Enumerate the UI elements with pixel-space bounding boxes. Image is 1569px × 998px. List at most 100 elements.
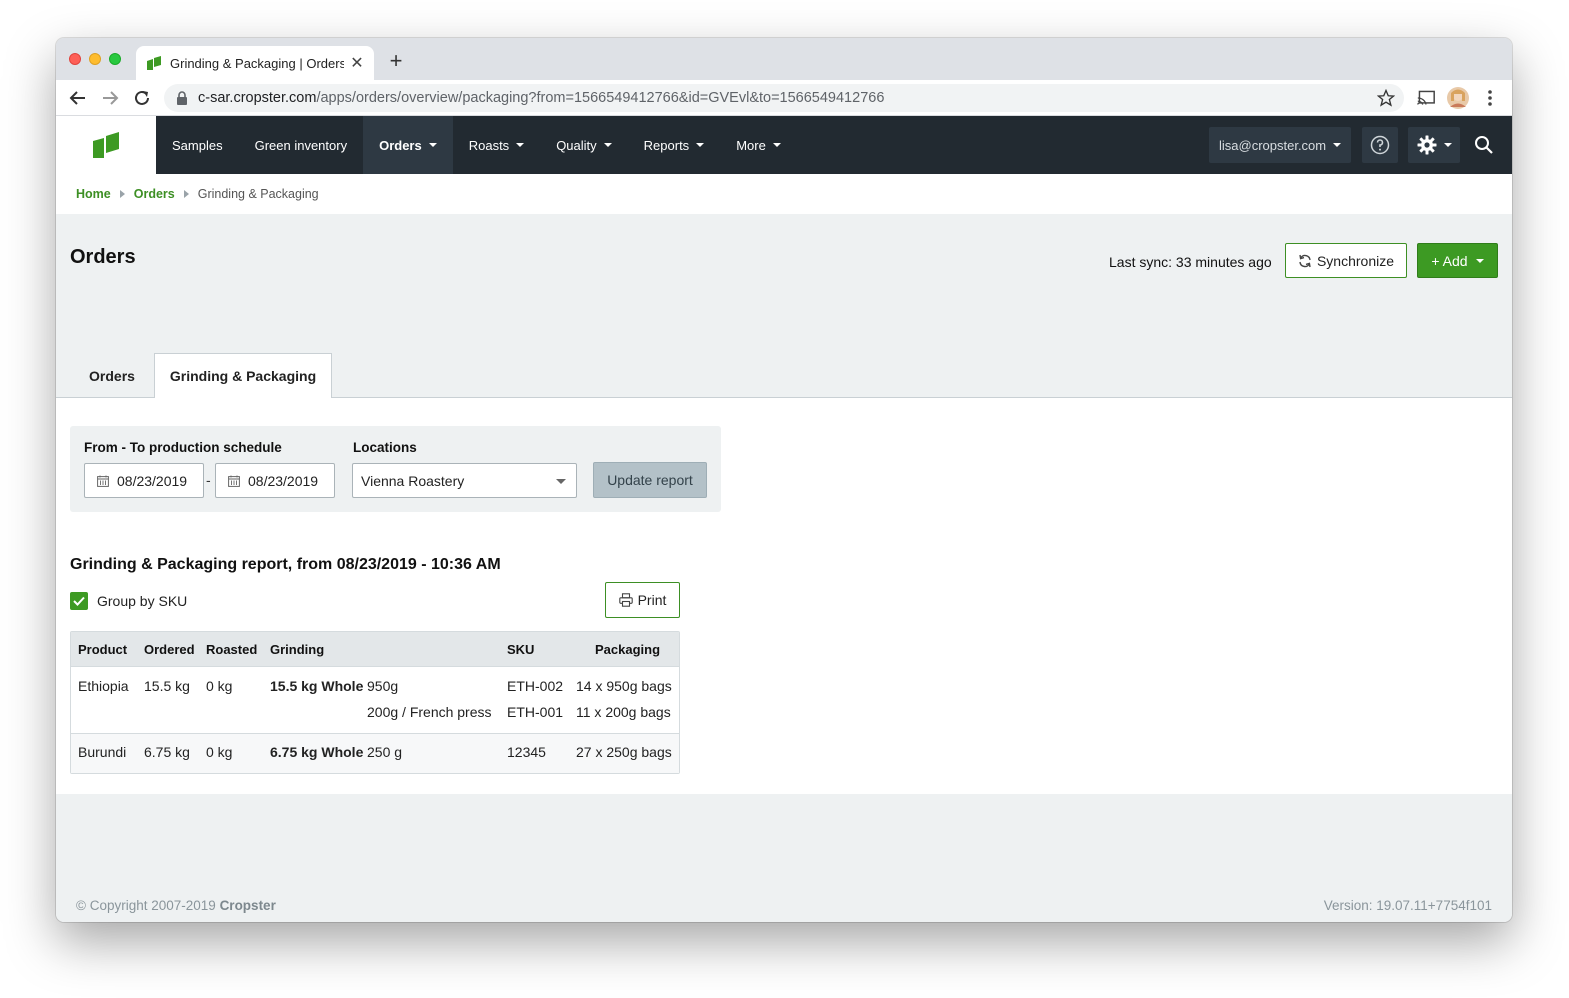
column-header-packaging: Packaging (595, 642, 661, 657)
cell-grinding: 15.5 kg Whole (270, 678, 364, 694)
nav-item-quality[interactable]: Quality (540, 116, 627, 174)
bookmark-star-icon[interactable] (1374, 86, 1398, 110)
caret-down-icon (772, 143, 781, 147)
synchronize-button[interactable]: Synchronize (1285, 243, 1407, 278)
nav-item-reports[interactable]: Reports (628, 116, 721, 174)
nav-item-roasts[interactable]: Roasts (453, 116, 540, 174)
gear-icon (1417, 135, 1436, 155)
sync-icon (1299, 254, 1311, 267)
nav-item-green-inventory[interactable]: Green inventory (239, 116, 364, 174)
main-nav: Samples Green inventory Orders Roasts Qu… (156, 116, 797, 174)
nav-item-label: Orders (379, 137, 422, 153)
column-header-grinding: Grinding (270, 642, 325, 657)
cell-sku: ETH-001 (507, 704, 564, 720)
new-tab-button[interactable]: + (384, 48, 408, 74)
tab-orders[interactable]: Orders (76, 353, 148, 398)
reload-icon[interactable] (131, 87, 153, 109)
close-window-button[interactable] (69, 53, 81, 65)
caret-down-icon (1443, 143, 1452, 147)
browser-tab-active[interactable]: Grinding & Packaging | Orders ✕ (136, 46, 374, 80)
breadcrumb-separator-icon (183, 190, 189, 198)
profile-avatar[interactable] (1446, 86, 1470, 110)
report-title: Grinding & Packaging report, from 08/23/… (70, 556, 501, 573)
cell-product: Ethiopia (78, 678, 129, 694)
add-label: + Add (1431, 252, 1468, 269)
column-header-sku: SKU (507, 642, 535, 657)
breadcrumb-orders[interactable]: Orders (134, 187, 175, 201)
nav-item-more[interactable]: More (720, 116, 797, 174)
nav-item-orders[interactable]: Orders (363, 116, 453, 174)
close-tab-icon[interactable]: ✕ (350, 53, 364, 73)
cell-sku: ETH-002 (507, 678, 564, 694)
calendar-icon (228, 475, 240, 487)
back-arrow-icon[interactable] (67, 87, 89, 109)
from-date-input[interactable]: 08/23/2019 (84, 463, 204, 498)
to-date-input[interactable]: 08/23/2019 (215, 463, 335, 498)
update-report-button[interactable]: Update report (593, 462, 707, 498)
column-header-product: Product (78, 642, 128, 657)
cropster-logo-icon (93, 132, 119, 158)
page-title: Orders (70, 246, 136, 268)
cell-roasted: 0 kg (206, 678, 233, 694)
maximize-window-button[interactable] (109, 53, 121, 65)
browser-tab-title: Grinding & Packaging | Orders (170, 55, 344, 71)
cell-packaging: 14 x 950g bags (576, 678, 672, 694)
print-label: Print (637, 592, 667, 608)
nav-item-label: Quality (556, 137, 597, 153)
browser-menu-icon[interactable] (1478, 86, 1502, 110)
url-text: c-sar.cropster.com/apps/orders/overview/… (198, 90, 884, 106)
nav-item-label: More (736, 137, 766, 153)
breadcrumb-current: Grinding & Packaging (197, 187, 319, 201)
settings-button[interactable] (1408, 127, 1460, 163)
nav-item-samples[interactable]: Samples (156, 116, 239, 174)
copyright-prefix: © Copyright 2007-2019 (76, 898, 216, 913)
caret-down-icon (1333, 143, 1342, 147)
add-button[interactable]: + Add (1417, 243, 1498, 278)
minimize-window-button[interactable] (89, 53, 101, 65)
url-bar[interactable]: c-sar.cropster.com/apps/orders/overview/… (164, 84, 1404, 112)
tab-grinding-packaging[interactable]: Grinding & Packaging (154, 353, 332, 399)
caret-down-icon (603, 143, 612, 147)
breadcrumb: Home Orders Grinding & Packaging (56, 174, 1512, 214)
to-date-value: 08/23/2019 (248, 472, 319, 489)
schedule-label: From - To production schedule (84, 440, 282, 455)
breadcrumb-home[interactable]: Home (76, 187, 111, 201)
cropster-favicon-icon (147, 56, 161, 70)
lock-icon (177, 91, 187, 105)
group-by-sku-label[interactable]: Group by SKU (97, 593, 187, 609)
cell-roasted: 0 kg (206, 744, 233, 760)
locations-select[interactable]: Vienna Roastery (352, 463, 577, 498)
cell-size: 200g / French press (367, 704, 492, 720)
nav-item-label: Reports (643, 137, 690, 153)
copyright-text: © Copyright 2007-2019 Cropster (76, 898, 276, 913)
group-by-sku-checkbox[interactable] (70, 592, 88, 610)
cell-grinding: 6.75 kg Whole (270, 744, 364, 760)
copyright-brand: Cropster (219, 898, 276, 913)
nav-item-label: Green inventory (254, 137, 348, 153)
printer-icon (618, 593, 633, 607)
cell-packaging: 11 x 200g bags (576, 704, 671, 720)
cell-ordered: 15.5 kg (144, 678, 190, 694)
table-header: Product Ordered Roasted Grinding SKU Pac… (71, 632, 679, 666)
user-menu-button[interactable]: lisa@cropster.com (1209, 127, 1352, 163)
synchronize-label: Synchronize (1316, 252, 1395, 269)
last-sync-text: Last sync: 33 minutes ago (1109, 254, 1272, 270)
search-icon (1475, 136, 1493, 154)
cell-ordered: 6.75 kg (144, 744, 190, 760)
checkmark-icon (73, 596, 85, 606)
app-navbar: Samples Green inventory Orders Roasts Qu… (56, 116, 1512, 174)
help-button[interactable] (1362, 127, 1398, 163)
cropster-logo[interactable] (56, 116, 156, 174)
user-email: lisa@cropster.com (1219, 137, 1327, 153)
print-button[interactable]: Print (605, 582, 680, 618)
browser-addressbar: c-sar.cropster.com/apps/orders/overview/… (56, 80, 1512, 116)
caret-down-icon (696, 143, 705, 147)
chevron-down-icon (556, 479, 566, 484)
table-row: Ethiopia 15.5 kg 0 kg 15.5 kg Whole 950g… (71, 666, 679, 733)
cast-icon[interactable] (1414, 86, 1438, 110)
forward-arrow-icon[interactable] (99, 87, 121, 109)
cell-size: 950g (367, 678, 399, 694)
url-domain: c-sar.cropster.com (198, 90, 317, 106)
browser-window: Grinding & Packaging | Orders ✕ + c-sar.… (56, 38, 1512, 922)
search-button[interactable] (1472, 133, 1496, 157)
